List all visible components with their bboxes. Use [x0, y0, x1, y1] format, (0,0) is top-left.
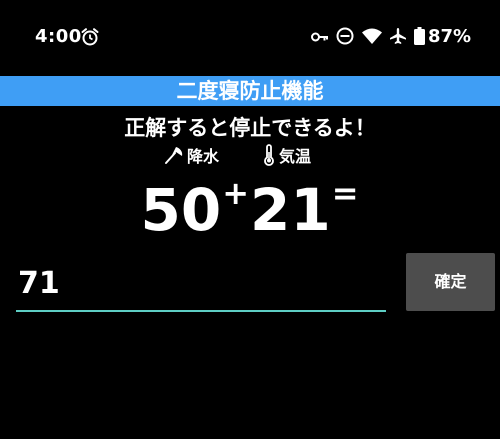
- confirm-button[interactable]: 確定: [406, 253, 495, 311]
- alarm-quiz-screen: 4:00 87% 二度寝防止機能 正解すると停止できるよ！ 降水 気温 50+2…: [0, 0, 500, 439]
- wifi-icon: [362, 28, 382, 44]
- math-problem: 50+21=: [0, 174, 500, 245]
- operand-1: 50: [140, 176, 222, 244]
- battery-icon: [414, 27, 425, 45]
- battery-percentage: 87%: [428, 26, 472, 47]
- key-icon: [311, 32, 328, 42]
- weather-row: 降水 気温: [0, 143, 500, 167]
- precipitation-label: 降水: [187, 147, 220, 166]
- status-bar: 4:00 87%: [0, 0, 500, 76]
- thermometer-icon: [264, 144, 274, 166]
- alarm-icon: [81, 28, 99, 46]
- title-banner: 二度寝防止機能: [0, 76, 500, 106]
- temperature-item: 気温: [262, 143, 311, 167]
- umbrella-icon: [165, 147, 183, 164]
- answer-value: 71: [18, 266, 60, 301]
- operator-sign: +: [222, 174, 249, 212]
- airplane-icon: [390, 28, 406, 44]
- status-time: 4:00: [35, 26, 82, 47]
- precipitation-item: 降水: [164, 143, 219, 167]
- page-title: 二度寝防止機能: [176, 79, 324, 103]
- operand-2: 21: [250, 176, 331, 244]
- do-not-disturb-icon: [336, 27, 354, 45]
- temperature-label: 気温: [279, 147, 312, 166]
- equals-sign: =: [331, 174, 359, 212]
- answer-input[interactable]: 71: [16, 258, 386, 312]
- instruction-text: 正解すると停止できるよ！: [124, 116, 376, 140]
